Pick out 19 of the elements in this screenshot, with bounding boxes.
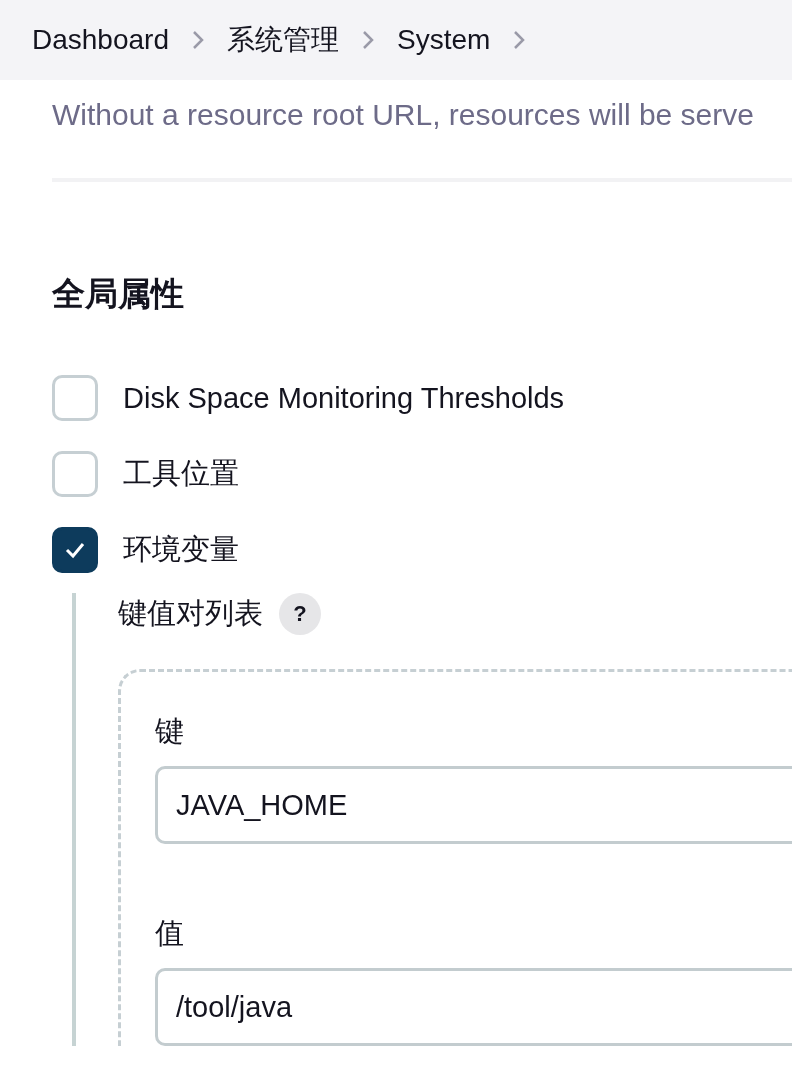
breadcrumb-link[interactable]: System xyxy=(397,24,491,56)
field-label: 值 xyxy=(155,916,185,951)
checkbox-label: 环境变量 xyxy=(123,532,239,567)
breadcrumb-link[interactable]: Dashboard xyxy=(32,24,169,56)
chevron-icon xyxy=(512,29,527,51)
description-text: Without a resource root URL, resources will be serve xyxy=(52,98,755,132)
chevron-icon xyxy=(191,29,205,51)
help-button[interactable]: ? xyxy=(279,593,321,635)
chevron-icon xyxy=(361,29,375,51)
breadcrumb-link[interactable]: 系统管理 xyxy=(227,21,339,59)
field-label: 键值对列表 xyxy=(118,596,263,631)
input-field[interactable]: JAVA_HOME xyxy=(155,766,792,844)
input-field[interactable]: /tool/java xyxy=(155,968,792,1046)
checkbox[interactable] xyxy=(52,527,98,573)
section-title: 全局属性 xyxy=(52,274,185,314)
field-label: 键 xyxy=(155,714,185,749)
checkbox-label: Disk Space Monitoring Thresholds xyxy=(123,381,565,415)
checkbox-label: 工具位置 xyxy=(123,456,239,491)
check-icon xyxy=(64,541,86,559)
